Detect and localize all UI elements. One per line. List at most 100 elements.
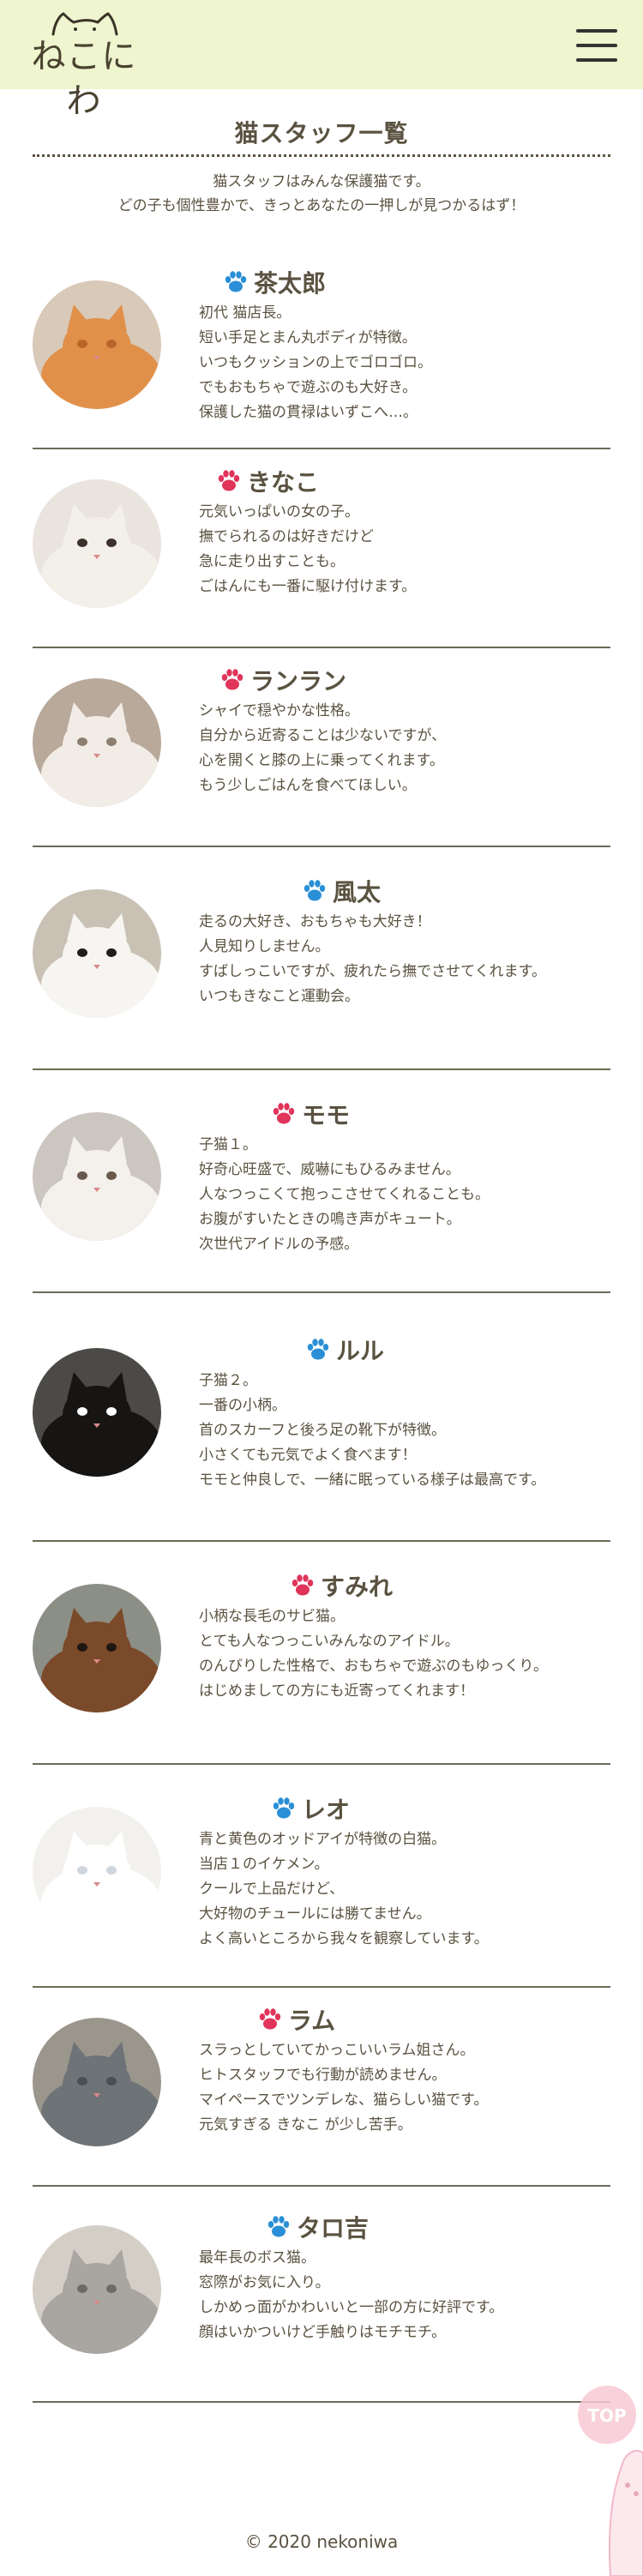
- page-title: 猫スタッフ一覧: [234, 119, 409, 147]
- cat-photo: [33, 479, 161, 608]
- cat-desc-line: でもおもちゃで遊ぶのも大好き。: [199, 379, 418, 396]
- cat-desc-line: 人なつっこくて抱っこさせてくれることも。: [199, 1186, 490, 1203]
- cat-card: ラム スラっとしていてかっこいいラム姐さん。 ヒトスタッフでも行動が読めません。マ…: [33, 1988, 610, 2187]
- cat-photo: [33, 1112, 161, 1241]
- cat-card: タロ吉 最年長のボス猫。 窓際がお気に入り。 しかめっ面がかわいいと一部の方に好評で…: [33, 2187, 610, 2403]
- cat-photo-art: [33, 678, 161, 807]
- cat-description: 子猫２。 一番の小柄。 首のスカーフと後ろ足の靴下が特徴。 小さくても元気でよく食べま…: [199, 1369, 576, 1493]
- cat-divider: [33, 2401, 610, 2403]
- cat-description: 小柄な長毛のサビ猫。とても人なつっこいみんなのアイドル。のんびりした性格で、おも…: [199, 1604, 576, 1704]
- cat-description: 最年長のボス猫。 窓際がお気に入り。 しかめっ面がかわいいと一部の方に好評です。 顔は…: [199, 2246, 576, 2345]
- cat-desc-line: はじめましての方にも近寄ってくれます！: [199, 1682, 475, 1700]
- cat-photo-art: [33, 1584, 161, 1712]
- cat-desc-line: 当店１のイケメン。: [199, 1856, 329, 1873]
- cat-name: ラム: [257, 2002, 335, 2037]
- cat-desc-line: 一番の小柄。: [199, 1397, 286, 1414]
- cat-ears-icon: [51, 12, 118, 36]
- paw-icon: [291, 1574, 314, 1596]
- cat-desc-line: 好奇心旺盛で、威嚇にもひるみません。: [199, 1161, 460, 1178]
- cat-description: 子猫１。好奇心旺盛で、威嚇にもひるみません。人なつっこくて抱っこさせてくれること…: [199, 1133, 576, 1257]
- cat-name: 茶太郎: [223, 265, 326, 299]
- cat-name-text: モモ: [302, 1101, 351, 1129]
- cat-photo-art: [33, 479, 161, 608]
- cat-desc-line: 子猫１。: [199, 1136, 257, 1153]
- cat-photo: [33, 1348, 161, 1477]
- cat-desc-line: 小柄な長毛のサビ猫。: [199, 1608, 345, 1625]
- cat-desc-line: とても人なつっこいみんなのアイドル。: [199, 1633, 460, 1650]
- intro-line: 猫スタッフはみんな保護猫です。: [213, 173, 430, 190]
- cat-name: タロ吉: [266, 2210, 369, 2244]
- cat-desc-line: 大好物のチュールには勝てません。: [199, 1905, 431, 1923]
- paw-icon: [307, 1339, 329, 1360]
- cat-desc-line: いつもきなこと運動会。: [199, 988, 359, 1005]
- cat-desc-line: いつもクッションの上でゴロゴロ。: [199, 354, 432, 371]
- cat-desc-line: 人見知りしません。: [199, 938, 330, 955]
- cat-desc-line: 最年長のボス猫。: [199, 2249, 315, 2266]
- cat-desc-line: 初代 猫店長。: [199, 304, 291, 322]
- cat-desc-line: クールで上品だけど、: [199, 1881, 345, 1898]
- cat-description: 走るの大好き、おもちゃも大好き！ 人見知りしません。すばしっこいですが、疲れたら撫…: [199, 910, 576, 1009]
- cat-desc-line: 心を開くと膝の上に乗ってくれます。: [199, 752, 444, 769]
- cat-desc-line: 短い手足とまん丸ボディが特徴。: [199, 329, 417, 346]
- cat-name: レオ: [271, 1791, 350, 1826]
- cat-desc-line: 自分から近寄ることは少ないですが、: [199, 727, 447, 744]
- cat-name-text: ルル: [336, 1337, 385, 1365]
- hamburger-menu-icon[interactable]: [576, 29, 617, 62]
- paw-icon: [218, 470, 240, 491]
- site-logo[interactable]: ねこにわ: [31, 10, 137, 121]
- cat-desc-line: お腹がすいたときの鳴き声がキュート。: [199, 1211, 461, 1228]
- cat-desc-line: 窓際がお気に入り。: [199, 2274, 330, 2291]
- cat-description: スラっとしていてかっこいいラム姐さん。 ヒトスタッフでも行動が読めません。 マイペー…: [199, 2038, 576, 2138]
- cat-desc-line: マイペースでツンデレな、猫らしい猫です。: [199, 2091, 489, 2109]
- cat-photo: [33, 2018, 161, 2146]
- cat-name: すみれ: [290, 1568, 393, 1603]
- cat-description: 青と黄色のオッドアイが特徴の白猫。 当店１のイケメン。 クールで上品だけど、大好物の…: [199, 1827, 576, 1952]
- top-label: TOP: [587, 2405, 626, 2426]
- paw-icon: [259, 2008, 281, 2030]
- cat-desc-line: 小さくても元気でよく食べます！: [199, 1447, 417, 1464]
- cat-name: ランラン: [219, 663, 346, 697]
- cat-name: きなこ: [216, 464, 319, 498]
- cat-desc-line: よく高いところから我々を観察しています。: [199, 1930, 489, 1947]
- cat-card: レオ 青と黄色のオッドアイが特徴の白猫。 当店１のイケメン。 クールで上品だけど、大…: [33, 1765, 610, 1988]
- cat-desc-line: もう少しごはんを食べてほしい。: [199, 777, 417, 794]
- cat-card: モモ 子猫１。好奇心旺盛で、威嚇にもひるみません。人なつっこくて抱っこさせてくれ…: [33, 1070, 610, 1293]
- cat-desc-line: 保護した猫の貫禄はいずこへ…。: [199, 404, 418, 421]
- cat-description: 初代 猫店長。短い手足とまん丸ボディが特徴。 いつもクッションの上でゴロゴロ。 でも…: [199, 301, 576, 425]
- cat-name-text: きなこ: [247, 468, 320, 497]
- cat-desc-line: シャイで穏やかな性格。: [199, 702, 359, 719]
- title-divider: [33, 154, 610, 157]
- cat-desc-line: スラっとしていてかっこいいラム姐さん。: [199, 2042, 475, 2059]
- paw-icon: [273, 1797, 295, 1819]
- cat-photo-art: [33, 889, 161, 1018]
- cat-name-text: 風太: [333, 878, 382, 906]
- cat-card: ルル 子猫２。 一番の小柄。 首のスカーフと後ろ足の靴下が特徴。 小さくても元気でよく…: [33, 1293, 610, 1542]
- cat-name-text: タロ吉: [297, 2214, 370, 2242]
- cat-photo: [33, 889, 161, 1018]
- cat-card: 風太 走るの大好き、おもちゃも大好き！ 人見知りしません。すばしっこいですが、疲れ…: [33, 847, 610, 1070]
- cat-desc-line: 走るの大好き、おもちゃも大好き！: [199, 913, 431, 930]
- cat-desc-line: 首のスカーフと後ろ足の靴下が特徴。: [199, 1422, 446, 1439]
- paw-icon: [273, 1103, 295, 1124]
- cat-card: きなこ 元気いっぱいの女の子。 撫でられるのは好きだけど 急に走り出すことも。 ごはん…: [33, 449, 610, 648]
- cat-photo-art: [33, 1112, 161, 1241]
- cat-name: ルル: [305, 1333, 384, 1367]
- logo-text: ねこにわ: [31, 37, 137, 121]
- page-intro: 猫スタッフはみんな保護猫です。 どの子も個性豊かで、きっとあなたの一押しが見つか…: [0, 170, 643, 218]
- cat-photo: [33, 2225, 161, 2354]
- cat-card: ランラン シャイで穏やかな性格。自分から近寄ることは少ないですが、 心を開くと膝の…: [33, 648, 610, 847]
- cat-desc-line: 青と黄色のオッドアイが特徴の白猫。: [199, 1831, 447, 1848]
- cat-desc-line: すばしっこいですが、疲れたら撫でさせてくれます。: [199, 963, 546, 980]
- paw-icon: [303, 880, 326, 901]
- cat-photo-art: [33, 2225, 161, 2354]
- cat-photo: [33, 1807, 161, 1935]
- cat-desc-line: のんびりした性格で、おもちゃで遊ぶのもゆっくり。: [199, 1658, 548, 1675]
- cat-desc-line: 元気すぎる きなこ が少し苦手。: [199, 2116, 412, 2134]
- cat-desc-line: 撫でられるのは好きだけど: [199, 528, 374, 545]
- cat-photo-art: [33, 2018, 161, 2146]
- intro-line: どの子も個性豊かで、きっとあなたの一押しが見つかるはず！: [117, 197, 526, 214]
- cat-photo: [33, 1584, 161, 1712]
- cat-name-text: 茶太郎: [254, 269, 327, 298]
- cat-photo: [33, 678, 161, 807]
- cat-photo-art: [33, 1348, 161, 1477]
